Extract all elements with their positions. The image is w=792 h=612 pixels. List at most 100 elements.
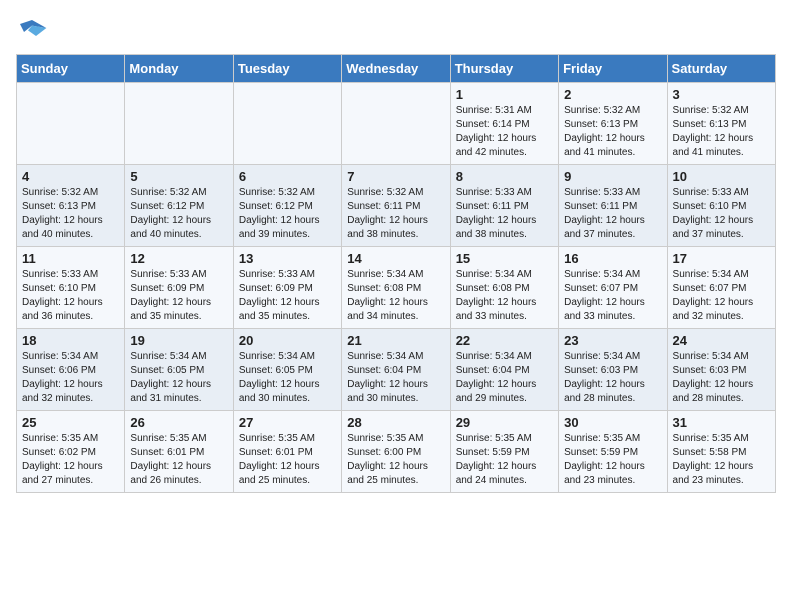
day-info: Sunrise: 5:34 AM Sunset: 6:04 PM Dayligh… [347,350,444,406]
day-info: Sunrise: 5:32 AM Sunset: 6:13 PM Dayligh… [564,104,661,160]
day-of-week-header: Monday [125,55,233,83]
day-number: 9 [564,169,661,184]
calendar-cell [342,83,450,165]
day-info: Sunrise: 5:32 AM Sunset: 6:12 PM Dayligh… [239,186,336,242]
day-number: 4 [22,169,119,184]
calendar-cell [233,83,341,165]
day-of-week-header: Saturday [667,55,775,83]
calendar-table: SundayMondayTuesdayWednesdayThursdayFrid… [16,54,776,493]
day-number: 17 [673,251,770,266]
day-of-week-header: Friday [559,55,667,83]
day-info: Sunrise: 5:32 AM Sunset: 6:11 PM Dayligh… [347,186,444,242]
calendar-cell [17,83,125,165]
day-info: Sunrise: 5:33 AM Sunset: 6:11 PM Dayligh… [456,186,553,242]
calendar-week-row: 1Sunrise: 5:31 AM Sunset: 6:14 PM Daylig… [17,83,776,165]
day-info: Sunrise: 5:35 AM Sunset: 5:59 PM Dayligh… [456,432,553,488]
calendar-cell: 8Sunrise: 5:33 AM Sunset: 6:11 PM Daylig… [450,165,558,247]
calendar-week-row: 4 Sunrise: 5:32 AM Sunset: 6:13 PM Daylig… [17,165,776,247]
day-of-week-header: Thursday [450,55,558,83]
day-number: 7 [347,169,444,184]
calendar-cell: 19Sunrise: 5:34 AM Sunset: 6:05 PM Dayli… [125,329,233,411]
day-info: Sunrise: 5:35 AM Sunset: 5:58 PM Dayligh… [673,432,770,488]
day-info: Sunrise: 5:32 AM Sunset: 6:13 PM Dayligh… [22,186,119,242]
calendar-cell: 29 Sunrise: 5:35 AM Sunset: 5:59 PM Dayli… [450,411,558,493]
calendar-cell: 2 Sunrise: 5:32 AM Sunset: 6:13 PM Daylig… [559,83,667,165]
day-number: 2 [564,87,661,102]
day-number: 27 [239,415,336,430]
day-of-week-header: Tuesday [233,55,341,83]
day-number: 19 [130,333,227,348]
day-info: Sunrise: 5:33 AM Sunset: 6:09 PM Dayligh… [130,268,227,324]
logo-icon [16,16,48,44]
day-number: 14 [347,251,444,266]
day-number: 28 [347,415,444,430]
day-info: Sunrise: 5:35 AM Sunset: 6:02 PM Dayligh… [22,432,119,488]
day-of-week-header: Wednesday [342,55,450,83]
day-info: Sunrise: 5:32 AM Sunset: 6:12 PM Dayligh… [130,186,227,242]
calendar-cell: 25 Sunrise: 5:35 AM Sunset: 6:02 PM Dayli… [17,411,125,493]
calendar-cell: 31 Sunrise: 5:35 AM Sunset: 5:58 PM Dayli… [667,411,775,493]
calendar-cell: 3 Sunrise: 5:32 AM Sunset: 6:13 PM Daylig… [667,83,775,165]
calendar-cell: 12 Sunrise: 5:33 AM Sunset: 6:09 PM Dayli… [125,247,233,329]
day-info: Sunrise: 5:34 AM Sunset: 6:03 PM Dayligh… [564,350,661,406]
day-info: Sunrise: 5:33 AM Sunset: 6:10 PM Dayligh… [22,268,119,324]
day-number: 22 [456,333,553,348]
day-number: 13 [239,251,336,266]
calendar-cell: 9 Sunrise: 5:33 AM Sunset: 6:11 PM Daylig… [559,165,667,247]
day-number: 1 [456,87,553,102]
day-number: 15 [456,251,553,266]
day-number: 25 [22,415,119,430]
calendar-cell: 11 Sunrise: 5:33 AM Sunset: 6:10 PM Dayli… [17,247,125,329]
day-number: 10 [673,169,770,184]
calendar-cell: 10 Sunrise: 5:33 AM Sunset: 6:10 PM Dayli… [667,165,775,247]
calendar-cell: 17 Sunrise: 5:34 AM Sunset: 6:07 PM Dayli… [667,247,775,329]
day-info: Sunrise: 5:33 AM Sunset: 6:09 PM Dayligh… [239,268,336,324]
day-number: 23 [564,333,661,348]
day-info: Sunrise: 5:33 AM Sunset: 6:10 PM Dayligh… [673,186,770,242]
header-row: SundayMondayTuesdayWednesdayThursdayFrid… [17,55,776,83]
calendar-week-row: 11 Sunrise: 5:33 AM Sunset: 6:10 PM Dayli… [17,247,776,329]
day-info: Sunrise: 5:33 AM Sunset: 6:11 PM Dayligh… [564,186,661,242]
calendar-cell: 28 Sunrise: 5:35 AM Sunset: 6:00 PM Dayli… [342,411,450,493]
day-number: 24 [673,333,770,348]
day-of-week-header: Sunday [17,55,125,83]
calendar-cell: 5Sunrise: 5:32 AM Sunset: 6:12 PM Daylig… [125,165,233,247]
day-number: 21 [347,333,444,348]
day-number: 30 [564,415,661,430]
day-info: Sunrise: 5:34 AM Sunset: 6:07 PM Dayligh… [673,268,770,324]
calendar-cell: 7 Sunrise: 5:32 AM Sunset: 6:11 PM Daylig… [342,165,450,247]
day-info: Sunrise: 5:35 AM Sunset: 6:00 PM Dayligh… [347,432,444,488]
calendar-cell: 20 Sunrise: 5:34 AM Sunset: 6:05 PM Dayli… [233,329,341,411]
calendar-cell: 4 Sunrise: 5:32 AM Sunset: 6:13 PM Daylig… [17,165,125,247]
calendar-cell: 13 Sunrise: 5:33 AM Sunset: 6:09 PM Dayli… [233,247,341,329]
calendar-cell: 1Sunrise: 5:31 AM Sunset: 6:14 PM Daylig… [450,83,558,165]
day-number: 29 [456,415,553,430]
day-number: 20 [239,333,336,348]
day-info: Sunrise: 5:35 AM Sunset: 6:01 PM Dayligh… [239,432,336,488]
day-number: 11 [22,251,119,266]
day-number: 12 [130,251,227,266]
calendar-cell: 14Sunrise: 5:34 AM Sunset: 6:08 PM Dayli… [342,247,450,329]
calendar-cell: 30 Sunrise: 5:35 AM Sunset: 5:59 PM Dayli… [559,411,667,493]
day-info: Sunrise: 5:35 AM Sunset: 5:59 PM Dayligh… [564,432,661,488]
calendar-week-row: 18 Sunrise: 5:34 AM Sunset: 6:06 PM Dayli… [17,329,776,411]
logo [16,16,52,44]
day-number: 3 [673,87,770,102]
calendar-cell: 27 Sunrise: 5:35 AM Sunset: 6:01 PM Dayli… [233,411,341,493]
day-info: Sunrise: 5:34 AM Sunset: 6:05 PM Dayligh… [239,350,336,406]
day-info: Sunrise: 5:34 AM Sunset: 6:04 PM Dayligh… [456,350,553,406]
day-number: 18 [22,333,119,348]
day-info: Sunrise: 5:34 AM Sunset: 6:07 PM Dayligh… [564,268,661,324]
day-number: 26 [130,415,227,430]
calendar-cell: 23 Sunrise: 5:34 AM Sunset: 6:03 PM Dayli… [559,329,667,411]
day-number: 31 [673,415,770,430]
day-number: 6 [239,169,336,184]
calendar-cell: 26 Sunrise: 5:35 AM Sunset: 6:01 PM Dayli… [125,411,233,493]
calendar-cell: 22 Sunrise: 5:34 AM Sunset: 6:04 PM Dayli… [450,329,558,411]
calendar-cell: 15Sunrise: 5:34 AM Sunset: 6:08 PM Dayli… [450,247,558,329]
day-info: Sunrise: 5:35 AM Sunset: 6:01 PM Dayligh… [130,432,227,488]
day-info: Sunrise: 5:34 AM Sunset: 6:06 PM Dayligh… [22,350,119,406]
calendar-cell: 6 Sunrise: 5:32 AM Sunset: 6:12 PM Daylig… [233,165,341,247]
calendar-cell [125,83,233,165]
day-info: Sunrise: 5:32 AM Sunset: 6:13 PM Dayligh… [673,104,770,160]
